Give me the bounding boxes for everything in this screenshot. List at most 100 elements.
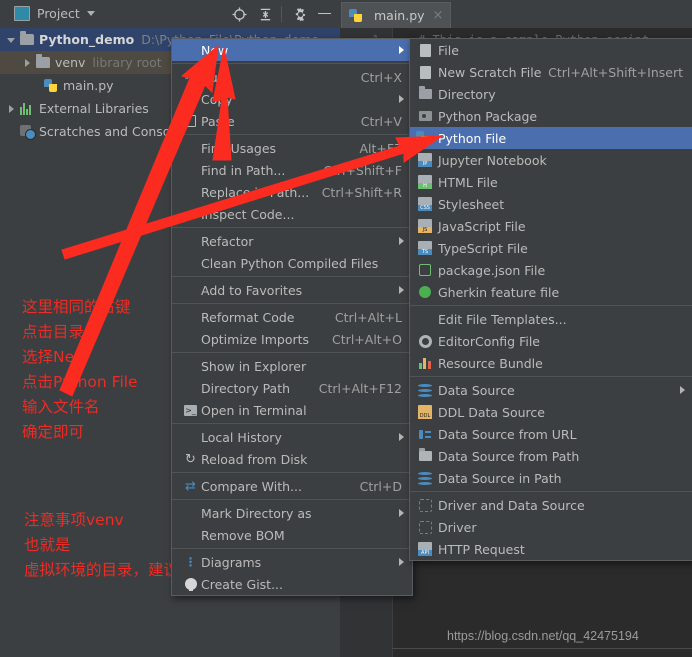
submenu-item-data-source-from-path[interactable]: Data Source from Path <box>410 445 692 467</box>
menu-item-refactor[interactable]: Refactor <box>172 230 412 252</box>
database-icon <box>416 383 434 397</box>
menu-item-mark-directory-as[interactable]: Mark Directory as <box>172 502 412 524</box>
submenu-item-edit-file-templates[interactable]: Edit File Templates... <box>410 308 692 330</box>
menu-item-label: Open in Terminal <box>201 402 307 418</box>
close-icon[interactable]: × <box>433 8 444 23</box>
submenu-item-stylesheet[interactable]: CSS Stylesheet <box>410 193 692 215</box>
submenu-item-javascript-file[interactable]: JS JavaScript File <box>410 215 692 237</box>
driver-icon <box>416 498 434 512</box>
submenu-item-editorconfig-file[interactable]: EditorConfig File <box>410 330 692 352</box>
menu-item-open-in-terminal[interactable]: >_ Open in Terminal <box>172 399 412 421</box>
menu-item-add-to-favorites[interactable]: Add to Favorites <box>172 279 412 301</box>
chevron-down-icon[interactable] <box>6 34 18 46</box>
menu-item-remove-bom[interactable]: Remove BOM <box>172 524 412 546</box>
menu-item-diagrams[interactable]: ⋮ Diagrams <box>172 551 412 573</box>
diagram-icon: ⋮ <box>184 555 197 569</box>
settings-gear-icon[interactable] <box>293 7 308 22</box>
menu-item-copy[interactable]: Copy <box>172 88 412 110</box>
locate-icon[interactable] <box>232 7 247 22</box>
nodejs-icon <box>416 264 434 276</box>
menu-item-create-gist[interactable]: Create Gist... <box>172 573 412 595</box>
hide-panel-icon[interactable] <box>318 13 331 14</box>
menu-item-new[interactable]: New <box>172 39 412 61</box>
submenu-item-resource-bundle[interactable]: Resource Bundle <box>410 352 692 374</box>
menu-item-find-usages[interactable]: Find Usages Alt+F7 <box>172 137 412 159</box>
menu-item-label: Create Gist... <box>201 576 284 592</box>
tree-item-note: library root <box>92 55 162 70</box>
submenu-item-ddl-data-source[interactable]: DDL DDL Data Source <box>410 401 692 423</box>
submenu-item-label: Data Source from Path <box>438 448 580 464</box>
menu-separator <box>172 548 412 549</box>
reload-icon: ↻ <box>185 451 196 467</box>
submenu-item-label: Data Source from URL <box>438 426 577 442</box>
submenu-item-python-package[interactable]: Python Package <box>410 105 692 127</box>
chevron-down-icon[interactable] <box>86 11 95 16</box>
gherkin-icon <box>416 286 434 298</box>
menu-item-label: Reload from Disk <box>201 451 308 467</box>
menu-item-clean-python-compiled-files[interactable]: Clean Python Compiled Files <box>172 252 412 274</box>
submenu-item-driver[interactable]: Driver <box>410 516 692 538</box>
submenu-item-file[interactable]: File <box>410 39 692 61</box>
menu-separator <box>172 352 412 353</box>
menu-item-compare-with[interactable]: ⇄ Compare With... Ctrl+D <box>172 475 412 497</box>
menu-item-local-history[interactable]: Local History <box>172 426 412 448</box>
menu-item-reformat-code[interactable]: Reformat Code Ctrl+Alt+L <box>172 306 412 328</box>
context-menu[interactable]: New ✂ Cut Ctrl+X Copy Paste Ctrl+V Find … <box>171 38 413 596</box>
submenu-item-directory[interactable]: Directory <box>410 83 692 105</box>
menu-item-show-in-explorer[interactable]: Show in Explorer <box>172 355 412 377</box>
submenu-item-label: HTTP Request <box>438 541 525 557</box>
menu-item-replace-in-path[interactable]: Replace in Path... Ctrl+Shift+R <box>172 181 412 203</box>
submenu-item-new-scratch-file[interactable]: New Scratch File Ctrl+Alt+Shift+Insert <box>410 61 692 83</box>
menu-item-label: Refactor <box>201 233 254 249</box>
submenu-item-data-source-from-url[interactable]: Data Source from URL <box>410 423 692 445</box>
menu-item-label: Show in Explorer <box>201 358 307 374</box>
submenu-arrow-icon <box>399 509 404 517</box>
submenu-item-html-file[interactable]: H HTML File <box>410 171 692 193</box>
menu-item-accel: Alt+F7 <box>359 140 402 156</box>
submenu-item-label: Directory <box>438 86 496 102</box>
folder-icon <box>20 31 34 45</box>
menu-separator <box>172 472 412 473</box>
submenu-item-python-file[interactable]: Python File <box>410 127 692 149</box>
submenu-item-data-source[interactable]: Data Source <box>410 379 692 401</box>
submenu-item-packagejson-file[interactable]: package.json File <box>410 259 692 281</box>
submenu-item-label: Resource Bundle <box>438 355 543 371</box>
directory-icon <box>416 86 434 99</box>
top-toolbar: Project main.py × <box>0 0 692 29</box>
submenu-item-label: HTML File <box>438 174 498 190</box>
menu-item-optimize-imports[interactable]: Optimize Imports Ctrl+Alt+O <box>172 328 412 350</box>
menu-item-paste[interactable]: Paste Ctrl+V <box>172 110 412 132</box>
js-icon: JS <box>416 219 434 233</box>
menu-item-directory-path[interactable]: Directory Path Ctrl+Alt+F12 <box>172 377 412 399</box>
menu-item-label: Reformat Code <box>201 309 295 325</box>
submenu-item-data-source-in-path[interactable]: Data Source in Path <box>410 467 692 489</box>
submenu-item-http-request[interactable]: API HTTP Request <box>410 538 692 560</box>
menu-item-label: Directory Path <box>201 380 291 396</box>
collapse-all-icon[interactable] <box>258 7 273 22</box>
submenu-item-jupyter-notebook[interactable]: IP Jupyter Notebook <box>410 149 692 171</box>
menu-item-find-in-path[interactable]: Find in Path... Ctrl+Shift+F <box>172 159 412 181</box>
project-panel-label: Project <box>37 6 80 21</box>
github-icon <box>182 578 199 591</box>
editor-tab-main-py[interactable]: main.py × <box>341 2 452 28</box>
submenu-item-typescript-file[interactable]: TS TypeScript File <box>410 237 692 259</box>
submenu-item-driver-and-data-source[interactable]: Driver and Data Source <box>410 494 692 516</box>
menu-item-inspect-code[interactable]: Inspect Code... <box>172 203 412 225</box>
chevron-right-icon[interactable] <box>6 103 18 115</box>
new-submenu[interactable]: File New Scratch File Ctrl+Alt+Shift+Ins… <box>409 38 692 561</box>
project-panel-header[interactable]: Project <box>0 0 210 27</box>
menu-item-label: Replace in Path... <box>201 184 310 200</box>
submenu-item-gherkin-feature-file[interactable]: Gherkin feature file <box>410 281 692 303</box>
annotation-line-3: 选择New <box>22 348 87 366</box>
submenu-arrow-icon <box>399 237 404 245</box>
menu-separator <box>172 303 412 304</box>
menu-item-cut[interactable]: ✂ Cut Ctrl+X <box>172 66 412 88</box>
tree-item-label: venv <box>55 55 86 70</box>
chevron-right-icon[interactable] <box>22 57 34 69</box>
submenu-separator <box>410 491 692 492</box>
menu-separator <box>172 276 412 277</box>
submenu-item-label: New Scratch File <box>438 64 542 80</box>
menu-item-reload-from-disk[interactable]: ↻ Reload from Disk <box>172 448 412 470</box>
menu-separator <box>172 134 412 135</box>
open-folder-icon <box>416 448 434 461</box>
